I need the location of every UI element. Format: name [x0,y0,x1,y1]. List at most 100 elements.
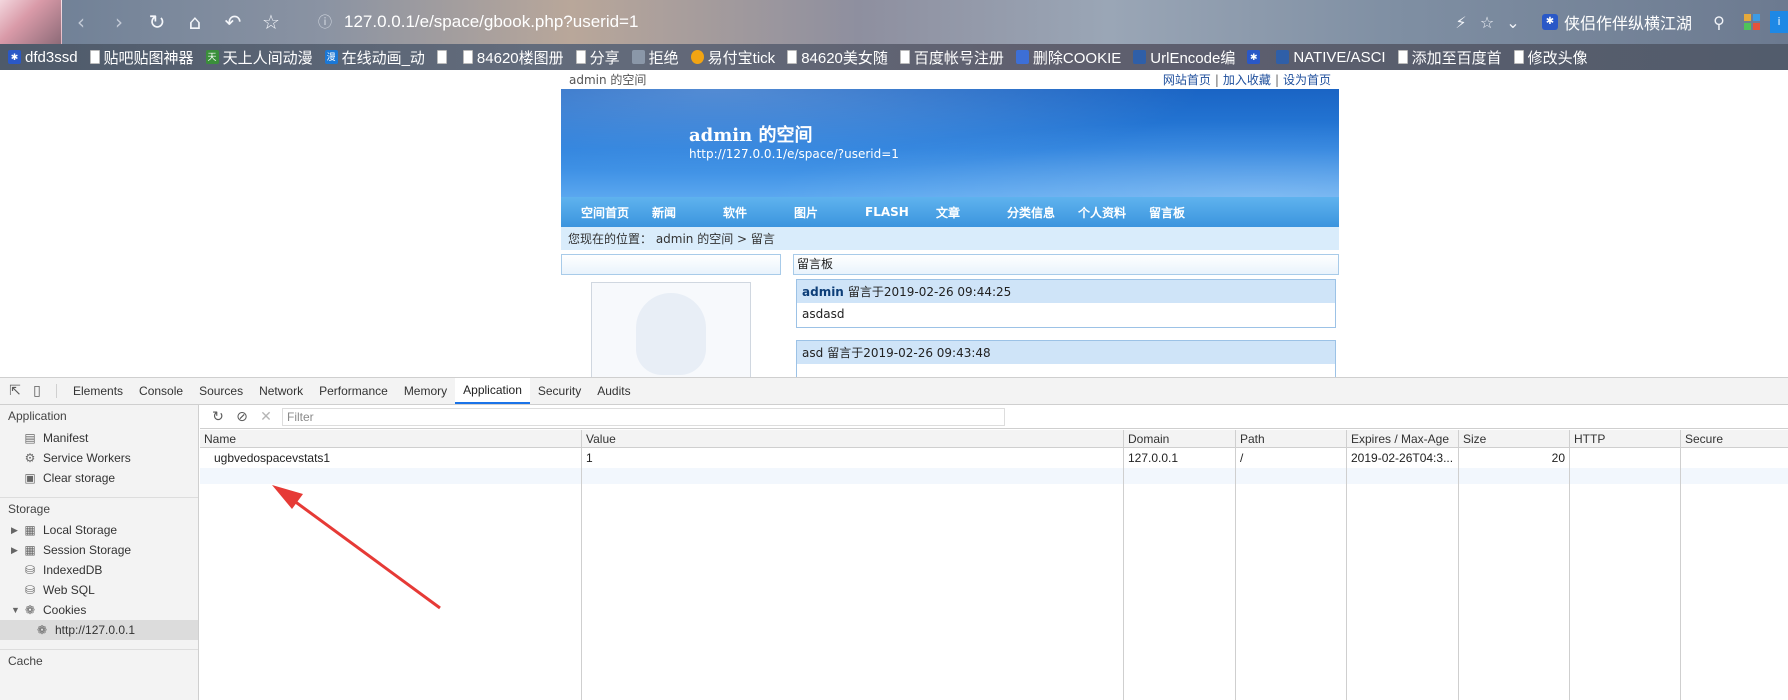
apps-grid-icon[interactable] [1744,14,1760,30]
expand-triangle-icon[interactable]: ▶ [11,545,21,556]
tab-application[interactable]: Application [455,378,530,404]
bookmark-item[interactable]: 84620美女随 [787,47,888,68]
url-text[interactable]: 127.0.0.1/e/space/gbook.php?userid=1 [344,12,638,32]
page-icon [89,50,100,64]
bookmark-star-icon[interactable]: ☆ [1474,13,1500,32]
site-nav-item[interactable]: 个人资料 [1078,204,1149,221]
bookmark-item[interactable]: ✱ dfd3ssd [8,49,78,66]
site-nav-item[interactable]: FLASH [865,205,936,219]
cookie-value-cell[interactable]: 1 [582,448,1124,468]
undo-icon[interactable]: ↶ [214,0,252,44]
banner-title: admin 的空间 [689,125,813,146]
bookmark-item[interactable]: UrlEncode编 [1133,47,1235,68]
page-icon [1397,50,1408,64]
inspect-element-icon[interactable]: ⇱ [4,378,26,404]
bookmark-item[interactable]: ✱ [1247,50,1264,64]
breadcrumb: 您现在的位置： admin 的空间 > 留言 [561,227,1339,250]
bookmark-item[interactable]: 易付宝tick [690,47,775,68]
chevron-down-icon[interactable]: ⌄ [1500,13,1526,32]
column-header[interactable]: Path [1236,430,1347,447]
link-site-home[interactable]: 网站首页 [1163,73,1211,87]
bookmark-label: 拒绝 [648,49,679,67]
tab-console[interactable]: Console [131,378,191,404]
tab-performance[interactable]: Performance [311,378,396,404]
home-icon[interactable]: ⌂ [176,0,214,44]
link-set-homepage[interactable]: 设为首页 [1283,73,1331,87]
edge-extension-icon[interactable]: i [1770,11,1788,33]
address-bar[interactable]: ⓘ 127.0.0.1/e/space/gbook.php?userid=1 [318,0,638,44]
bookmark-item[interactable]: 贴吧贴图神器 [89,47,194,68]
sidebar-item-cookies[interactable]: ▼ ❁ Cookies [0,600,198,620]
bookmark-item[interactable]: 修改头像 [1513,47,1588,68]
cookie-expires-cell[interactable]: 2019-02-26T04:3... [1347,448,1459,468]
sidebar-item-service-workers[interactable]: ⚙ Service Workers [0,448,198,468]
tab-network[interactable]: Network [251,378,311,404]
tab-sources[interactable]: Sources [191,378,251,404]
page-info-icon[interactable]: ⓘ [318,12,332,32]
tab-security[interactable]: Security [530,378,589,404]
site-nav-item[interactable]: 空间首页 [581,204,652,221]
site-nav-item[interactable]: 软件 [723,204,794,221]
cookie-path-cell[interactable]: / [1236,448,1347,468]
cookie-secure-cell[interactable] [1681,448,1788,468]
sidebar-item-indexeddb[interactable]: ⛁ IndexedDB [0,560,198,580]
bookmark-item[interactable]: 分享 [575,47,620,68]
tab-elements[interactable]: Elements [65,378,131,404]
bookmark-label: 84620美女随 [801,49,888,67]
site-nav-item[interactable]: 文章 [936,204,1007,221]
search-engine-selector[interactable]: ✱ 侠侣作伴纵横江湖 [1541,10,1692,34]
column-header[interactable]: Domain [1124,430,1236,447]
delete-selected-icon[interactable]: ✕ [254,409,278,425]
cookie-filter-input[interactable] [282,407,1005,426]
column-header[interactable]: HTTP [1570,430,1681,447]
sidebar-item-manifest[interactable]: ▤ Manifest [0,428,198,448]
table-row[interactable]: ugbvedospacevstats1 1 127.0.0.1/2019-02-26… [200,448,1788,468]
profile-avatar[interactable] [0,0,62,44]
site-nav-item[interactable]: 分类信息 [1007,204,1078,221]
cookie-name-cell[interactable]: ugbvedospacevstats1 [200,448,582,468]
bookmark-item[interactable]: 天天上人间动漫 [205,47,313,68]
guestbook-message: asd 留言于2019-02-26 09:43:48 [796,340,1336,377]
column-header[interactable]: Value [582,430,1124,447]
expand-triangle-icon[interactable]: ▶ [11,525,21,536]
cookie-domain-cell[interactable]: 127.0.0.1 [1124,448,1236,468]
bookmark-item[interactable]: 添加至百度首 [1397,47,1502,68]
site-nav-item[interactable]: 图片 [794,204,865,221]
link-add-favorite[interactable]: 加入收藏 [1223,73,1271,87]
refresh-icon[interactable]: ↻ [206,409,230,425]
sidebar-item-web-sql[interactable]: ⛁ Web SQL [0,580,198,600]
column-header[interactable]: Expires / Max-Age [1347,430,1459,447]
column-header[interactable]: Size [1459,430,1570,447]
clear-all-icon[interactable]: ⊘ [230,409,254,425]
star-icon[interactable]: ☆ [252,0,290,44]
tab-audits[interactable]: Audits [589,378,638,404]
sidebar-item-local-storage[interactable]: ▶ ▦ Local Storage [0,520,198,540]
lightning-icon[interactable]: ⚡ [1448,13,1474,32]
bookmark-item[interactable]: 拒绝 [631,47,679,68]
collapse-triangle-icon[interactable]: ▼ [11,605,21,615]
site-nav-item[interactable]: 留言板 [1149,204,1220,221]
column-header[interactable]: Name [200,430,582,447]
bookmark-item[interactable]: 删除COOKIE [1015,47,1121,68]
cookie-http-cell[interactable] [1570,448,1681,468]
device-toolbar-icon[interactable]: ▯ [26,378,48,404]
bookmark-item[interactable]: 84620楼图册 [462,47,564,68]
site-nav-item[interactable]: 新闻 [652,204,723,221]
column-header[interactable]: Secure [1681,430,1788,447]
sidebar-item-clear-storage[interactable]: ▣ Clear storage [0,468,198,488]
bookmark-label: 分享 [589,49,620,67]
search-icon[interactable]: ⚲ [1706,13,1732,32]
bookmark-item[interactable]: 漫在线动画_动 [324,47,425,68]
bookmark-item[interactable]: 百度帐号注册 [899,47,1004,68]
site-container: admin 的空间 网站首页 | 加入收藏 | 设为首页 admin 的空间 http:… [561,70,1339,377]
forward-icon[interactable]: › [100,0,138,44]
sidebar-item-cookie-origin[interactable]: ❁ http://127.0.0.1 [0,620,198,640]
bookmark-item[interactable]: NATIVE/ASCI [1276,49,1386,66]
back-icon[interactable]: ‹ [62,0,100,44]
reload-icon[interactable]: ↻ [138,0,176,44]
sidebar-item-session-storage[interactable]: ▶ ▦ Session Storage [0,540,198,560]
cookie-size-cell[interactable]: 20 [1459,448,1570,468]
bookmark-item[interactable] [436,50,451,64]
tab-memory[interactable]: Memory [396,378,455,404]
message-author: admin [802,284,844,299]
